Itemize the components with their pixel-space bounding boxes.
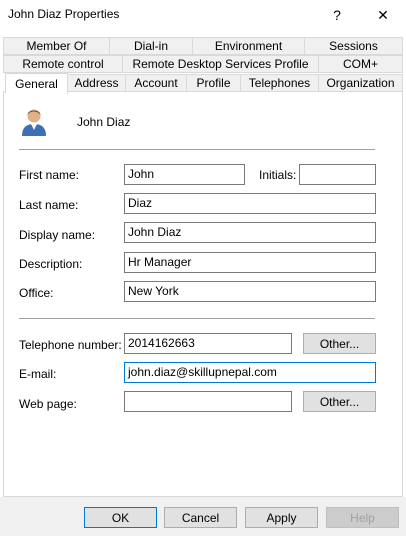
tab-member-of[interactable]: Member Of xyxy=(3,37,110,55)
last-name-input[interactable]: Diaz xyxy=(124,193,376,214)
telephone-input[interactable]: 2014162663 xyxy=(124,333,292,354)
email-input[interactable]: john.diaz@skillupnepal.com xyxy=(124,362,376,383)
last-name-label: Last name: xyxy=(19,198,79,212)
description-label: Description: xyxy=(19,257,83,271)
display-name-input[interactable]: John Diaz xyxy=(124,222,376,243)
description-input[interactable]: Hr Manager xyxy=(124,252,376,273)
apply-button[interactable]: Apply xyxy=(245,507,318,528)
tab-address[interactable]: Address xyxy=(67,74,126,92)
separator-middle xyxy=(19,318,375,319)
tab-environment[interactable]: Environment xyxy=(192,37,305,55)
user-icon xyxy=(19,105,49,137)
tab-com-plus[interactable]: COM+ xyxy=(318,55,403,73)
tab-profile[interactable]: Profile xyxy=(186,74,241,92)
help-title-button[interactable]: ? xyxy=(314,0,360,30)
tab-account[interactable]: Account xyxy=(125,74,187,92)
webpage-other-button[interactable]: Other... xyxy=(303,391,376,412)
webpage-label: Web page: xyxy=(19,397,77,411)
tab-dial-in[interactable]: Dial-in xyxy=(109,37,193,55)
user-display-name: John Diaz xyxy=(77,115,131,129)
email-label: E-mail: xyxy=(19,367,57,381)
cancel-button[interactable]: Cancel xyxy=(164,507,237,528)
display-name-label: Display name: xyxy=(19,228,96,242)
first-name-label: First name: xyxy=(19,168,80,182)
tab-sessions[interactable]: Sessions xyxy=(304,37,403,55)
office-input[interactable]: New York xyxy=(124,281,376,302)
telephone-other-button[interactable]: Other... xyxy=(303,333,376,354)
tab-remote-desktop-services-profile[interactable]: Remote Desktop Services Profile xyxy=(122,55,319,73)
tab-general[interactable]: General xyxy=(5,73,68,94)
window-title: John Diaz Properties xyxy=(8,7,120,21)
first-name-input[interactable]: John xyxy=(124,164,245,185)
help-button: Help xyxy=(326,507,399,528)
ok-button[interactable]: OK xyxy=(84,507,157,528)
office-label: Office: xyxy=(19,286,54,300)
telephone-label: Telephone number: xyxy=(19,338,122,352)
close-button[interactable]: ✕ xyxy=(360,0,406,30)
tab-remote-control[interactable]: Remote control xyxy=(3,55,123,73)
initials-label: Initials: xyxy=(259,168,297,182)
tab-organization[interactable]: Organization xyxy=(318,74,403,92)
initials-input[interactable] xyxy=(299,164,376,185)
separator-top xyxy=(19,149,375,150)
tab-telephones[interactable]: Telephones xyxy=(240,74,319,92)
webpage-input[interactable] xyxy=(124,391,292,412)
